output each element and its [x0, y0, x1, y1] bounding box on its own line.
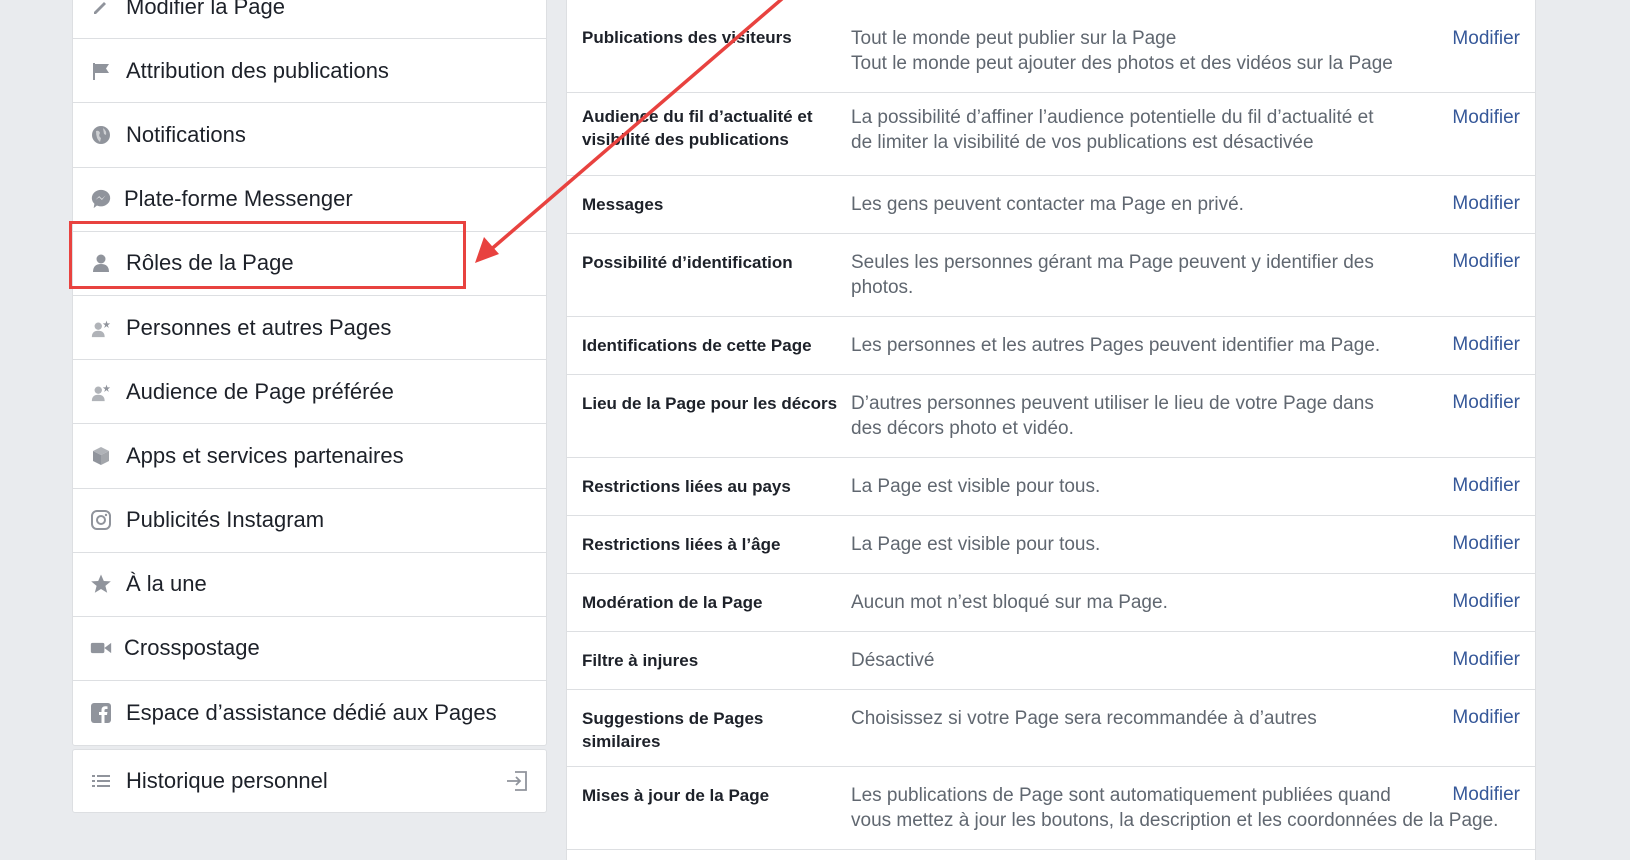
settings-panel: Publications des visiteurs Tout le monde…	[566, 0, 1536, 860]
sidebar-item-partner-apps[interactable]: Apps et services partenaires	[73, 424, 546, 489]
sidebar-item-edit-page[interactable]: Modifier la Page	[73, 0, 546, 40]
setting-title: Messages	[582, 195, 664, 214]
setting-description: Tout le monde peut publier sur la Page To…	[851, 28, 1393, 74]
edit-link[interactable]: Modifier	[1452, 784, 1520, 806]
settings-row-visitor-posts: Publications des visiteurs Tout le monde…	[567, 8, 1535, 93]
setting-description: La Page est visible pour tous.	[851, 534, 1101, 555]
setting-title: Restrictions liées au pays	[582, 477, 791, 496]
setting-description: Les gens peuvent contacter ma Page en pr…	[851, 194, 1244, 215]
sidebar-item-notifications[interactable]: Notifications	[73, 103, 546, 168]
setting-description: Seules les personnes gérant ma Page peuv…	[851, 252, 1374, 298]
setting-title: Possibilité d’identification	[582, 253, 793, 272]
sidebar-item-pages-support[interactable]: Espace d’assistance dédié aux Pages	[73, 681, 546, 745]
sidebar-item-label: Espace d’assistance dédié aux Pages	[126, 700, 497, 726]
setting-title: Filtre à injures	[582, 651, 699, 670]
setting-title: Mises à jour de la Page	[582, 786, 770, 805]
sidebar-item-label: Crosspostage	[124, 635, 260, 661]
sidebar-item-label: Apps et services partenaires	[126, 442, 404, 468]
settings-row-page-moderation: Modération de la Page Aucun mot n’est bl…	[567, 574, 1535, 632]
settings-row-age-restrictions: Restrictions liées à l’âge La Page est v…	[567, 516, 1535, 574]
settings-row-news-feed-audience: Audience du fil d’actualité et visibilit…	[567, 93, 1535, 176]
edit-link[interactable]: Modifier	[1452, 107, 1520, 129]
sidebar-item-people-and-pages[interactable]: Personnes et autres Pages	[73, 296, 546, 361]
list-icon	[90, 770, 112, 792]
setting-title: Audience du fil d’actualité et visibilit…	[582, 107, 813, 149]
setting-title: Modération de la Page	[582, 593, 763, 612]
edit-link[interactable]: Modifier	[1452, 334, 1520, 356]
sidebar-item-label: Modifier la Page	[126, 0, 285, 19]
settings-row-page-tags: Identifications de cette Page Les person…	[567, 317, 1535, 375]
sidebar-item-label: Rôles de la Page	[126, 250, 294, 276]
sidebar-item-label: Publicités Instagram	[126, 507, 325, 533]
setting-title: Restrictions liées à l’âge	[582, 535, 781, 554]
setting-description: Les personnes et les autres Pages peuven…	[851, 335, 1381, 356]
personal-history-label: Historique personnel	[126, 768, 328, 793]
settings-row-messages: Messages Les gens peuvent contacter ma P…	[567, 176, 1535, 234]
setting-description: La Page est visible pour tous.	[851, 476, 1101, 497]
sidebar-item-post-attribution[interactable]: Attribution des publications	[73, 39, 546, 104]
setting-title: Publications des visiteurs	[582, 28, 792, 47]
facebook-icon	[90, 702, 112, 724]
settings-row-country-restrictions: Restrictions liées au pays La Page est v…	[567, 458, 1535, 516]
sidebar-item-messenger-platform[interactable]: Plate-forme Messenger	[73, 168, 546, 232]
globe-icon	[90, 124, 112, 146]
setting-description: Désactivé	[851, 650, 935, 671]
sidebar-item-page-roles[interactable]: Rôles de la Page	[73, 232, 546, 296]
edit-link[interactable]: Modifier	[1452, 193, 1520, 215]
setting-description: Les publications de Page sont automatiqu…	[851, 785, 1499, 831]
settings-row-similar-pages: Suggestions de Pages similaires Choisiss…	[567, 690, 1535, 767]
setting-description: D’autres personnes peuvent utiliser le l…	[851, 393, 1374, 439]
person-icon	[90, 252, 112, 274]
settings-row-page-updates: Mises à jour de la Page Les publications…	[567, 767, 1535, 850]
edit-link[interactable]: Modifier	[1452, 649, 1520, 671]
edit-link[interactable]: Modifier	[1452, 392, 1520, 414]
sidebar-item-instagram-ads[interactable]: Publicités Instagram	[73, 489, 546, 553]
settings-sidebar: Modifier la Page Attribution des publica…	[72, 0, 547, 747]
sidebar-item-featured[interactable]: À la une	[73, 553, 546, 617]
sidebar-item-label: Personnes et autres Pages	[126, 314, 392, 340]
edit-link[interactable]: Modifier	[1452, 533, 1520, 555]
setting-title: Lieu de la Page pour les décors	[582, 394, 838, 413]
settings-row-tagging-ability: Possibilité d’identification Seules les …	[567, 234, 1535, 317]
instagram-icon	[90, 509, 112, 531]
setting-title: Identifications de cette Page	[582, 336, 812, 355]
edit-link[interactable]: Modifier	[1452, 28, 1520, 50]
star-icon	[90, 573, 112, 595]
edit-link[interactable]: Modifier	[1452, 707, 1520, 729]
sidebar-item-label: Audience de Page préférée	[126, 378, 394, 404]
pencil-icon	[90, 0, 112, 18]
sidebar-item-crossposting[interactable]: Crosspostage	[73, 617, 546, 682]
sidebar-item-label: Attribution des publications	[126, 57, 389, 83]
edit-link[interactable]: Modifier	[1452, 475, 1520, 497]
setting-description: Aucun mot n’est bloqué sur ma Page.	[851, 592, 1168, 613]
video-camera-icon	[90, 637, 112, 659]
sidebar-item-label: Plate-forme Messenger	[124, 186, 353, 212]
person-star-icon	[90, 381, 112, 403]
cube-icon	[90, 445, 112, 467]
settings-row-profanity-filter: Filtre à injures Désactivé Modifier	[567, 632, 1535, 690]
settings-row-page-location-frames: Lieu de la Page pour les décors D’autres…	[567, 375, 1535, 458]
sidebar-item-label: Notifications	[126, 121, 246, 147]
messenger-icon	[90, 188, 112, 210]
person-star-icon	[90, 317, 112, 339]
edit-link[interactable]: Modifier	[1452, 591, 1520, 613]
flag-icon	[90, 60, 112, 82]
sidebar-item-label: À la une	[126, 571, 207, 597]
setting-description: La possibilité d’affiner l’audience pote…	[851, 107, 1374, 153]
personal-history-item[interactable]: Historique personnel	[72, 749, 547, 813]
edit-link[interactable]: Modifier	[1452, 251, 1520, 273]
exit-icon[interactable]	[504, 768, 530, 794]
sidebar-item-preferred-audience[interactable]: Audience de Page préférée	[73, 360, 546, 425]
setting-title: Suggestions de Pages similaires	[582, 709, 764, 751]
setting-description: Choisissez si votre Page sera recommandé…	[851, 708, 1317, 729]
